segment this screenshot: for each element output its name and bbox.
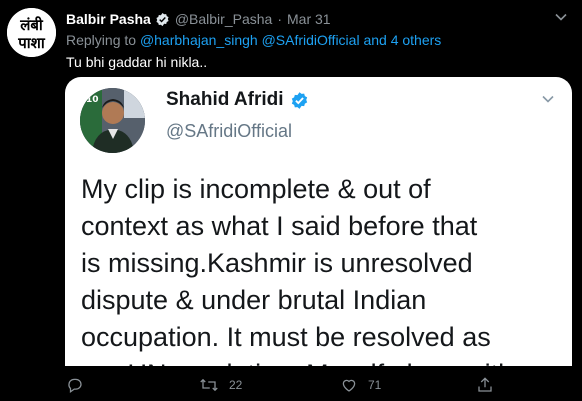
attached-image[interactable]: 10 Shahid Afridi @SAfridiOfficial My cli…	[65, 77, 572, 366]
quoted-line: dispute & under brutal Indian	[81, 285, 427, 315]
quoted-line: per UN resolution. Myself along with	[81, 356, 561, 366]
reply-prefix: Replying to	[66, 32, 137, 48]
svg-text:10: 10	[86, 95, 99, 105]
like-button[interactable]: 71	[340, 376, 381, 394]
quoted-text: My clip is incomplete & out of context a…	[81, 171, 561, 366]
tweet-header: Balbir Pasha @Balbir_Pasha · Mar 31	[66, 10, 331, 28]
quoted-line: context as what I said before that	[81, 211, 478, 241]
quoted-chevron-down-icon	[542, 95, 554, 103]
mention-afridi[interactable]: @SAfridiOfficial	[262, 32, 360, 48]
share-icon	[478, 377, 492, 392]
comment-icon	[68, 378, 82, 393]
heart-icon	[342, 379, 356, 392]
quoted-avatar: 10	[80, 88, 145, 153]
author-avatar[interactable]: लंबी पाशा	[7, 8, 56, 57]
svg-text:लंबी: लंबी	[19, 16, 44, 34]
separator-dot: ·	[277, 11, 282, 27]
quoted-handle: @SAfridiOfficial	[166, 121, 292, 141]
verified-badge-icon	[156, 12, 169, 26]
svg-text:पाशा: पाशा	[17, 34, 46, 52]
author-handle[interactable]: @Balbir_Pasha	[175, 11, 273, 27]
author-name[interactable]: Balbir Pasha	[66, 11, 151, 27]
more-options-chevron-icon[interactable]	[554, 10, 568, 24]
retweet-icon	[200, 378, 218, 392]
reply-button[interactable]	[66, 376, 84, 394]
retweet-button[interactable]: 22	[199, 376, 242, 394]
like-count: 71	[368, 378, 382, 392]
share-button[interactable]	[476, 376, 494, 394]
tweet-date[interactable]: Mar 31	[287, 11, 331, 27]
avatar-logo: लंबी पाशा	[7, 8, 56, 57]
reply-and: and	[363, 32, 387, 48]
quoted-line: My clip is incomplete & out of	[81, 174, 431, 204]
action-bar: 22 71	[66, 376, 506, 396]
mention-harbhajan[interactable]: @harbhajan_singh	[140, 32, 258, 48]
quoted-line: is missing.Kashmir is unresolved	[81, 248, 473, 278]
tweet-text: Tu bhi gaddar hi nikla..	[66, 54, 208, 70]
quoted-name: Shahid Afridi	[166, 89, 309, 111]
retweet-count: 22	[229, 378, 243, 392]
replying-to-line: Replying to @harbhajan_singh @SAfridiOff…	[66, 32, 441, 48]
reply-others-link[interactable]: 4 others	[391, 32, 442, 48]
verified-badge-icon	[291, 91, 307, 109]
afridi-photo: 10	[80, 88, 145, 153]
quoted-line: occupation. It must be resolved as	[81, 322, 491, 352]
